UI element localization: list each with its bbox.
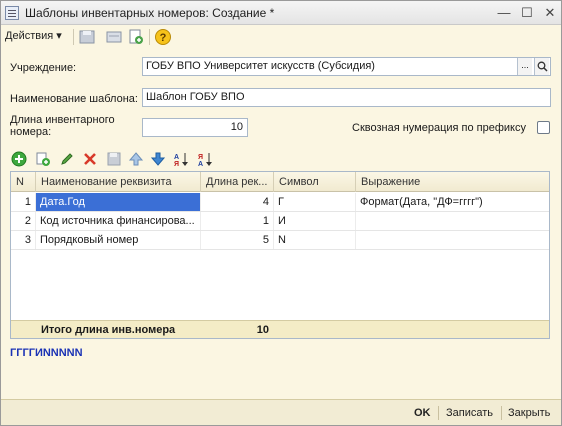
cell-expression[interactable] <box>356 212 549 230</box>
sort-desc-icon[interactable]: Я А <box>197 151 213 167</box>
column-header-n[interactable]: N <box>11 172 36 192</box>
toolbar-separator <box>73 29 74 45</box>
save-icon[interactable] <box>78 28 96 46</box>
svg-text:?: ? <box>160 32 167 44</box>
length-label-line1: Длина инвентарного <box>10 114 115 126</box>
end-edit-icon[interactable] <box>106 151 122 167</box>
button-separator <box>438 406 439 420</box>
cell-n: 2 <box>11 212 36 230</box>
copy-row-icon[interactable] <box>35 151 51 167</box>
help-icon[interactable]: ? <box>154 28 172 46</box>
cell-length[interactable]: 1 <box>201 212 274 230</box>
table-row[interactable]: 3 Порядковый номер 5 N <box>11 231 549 250</box>
table-header: N Наименование реквизита Длина рек... Си… <box>11 172 549 192</box>
cell-name[interactable]: Порядковый номер <box>36 231 201 249</box>
move-up-icon[interactable] <box>128 151 144 167</box>
dropdown-arrow-icon: ▾ <box>56 30 62 42</box>
column-header-expression[interactable]: Выражение <box>356 172 549 192</box>
select-button[interactable]: ... <box>517 58 532 75</box>
template-name-value: Шаблон ГОБУ ВПО <box>146 91 245 103</box>
column-header-name[interactable]: Наименование реквизита <box>36 172 201 192</box>
cell-symbol[interactable]: Г <box>274 193 356 211</box>
window-title: Шаблоны инвентарных номеров: Создание * <box>25 6 275 20</box>
table-row[interactable]: 2 Код источника финансирова... 1 И <box>11 212 549 231</box>
cell-expression[interactable] <box>356 231 549 249</box>
cell-symbol[interactable]: N <box>274 231 356 249</box>
template-name-field[interactable]: Шаблон ГОБУ ВПО <box>142 88 551 107</box>
form-icon <box>5 6 19 20</box>
svg-text:А: А <box>198 161 203 167</box>
save-button[interactable]: Записать <box>446 405 493 421</box>
copy-icon[interactable] <box>105 28 123 46</box>
cell-symbol[interactable]: И <box>274 212 356 230</box>
toolbar-separator <box>149 29 150 45</box>
sort-asc-icon[interactable]: А Я <box>173 151 189 167</box>
close-button[interactable]: Закрыть <box>508 405 550 421</box>
cell-length[interactable]: 5 <box>201 231 274 249</box>
institution-value: ГОБУ ВПО Университет искусств (Субсидия) <box>146 60 375 72</box>
cell-expression[interactable]: Формат(Дата, "ДФ=гггг") <box>356 193 549 211</box>
institution-label: Учреждение: <box>10 62 77 74</box>
prefix-numbering-checkbox[interactable] <box>537 121 550 134</box>
column-header-length[interactable]: Длина рек... <box>201 172 274 192</box>
edit-icon[interactable] <box>59 151 75 167</box>
cell-name[interactable]: Код источника финансирова... <box>36 212 201 230</box>
actions-menu-label: Действия <box>5 30 54 42</box>
table-row[interactable]: 1 Дата.Год 4 Г Формат(Дата, "ДФ=гггг") <box>11 193 549 212</box>
cell-length[interactable]: 4 <box>201 193 274 211</box>
footer-label: Итого длина инв.номера <box>41 324 176 336</box>
add-icon[interactable] <box>11 151 27 167</box>
svg-text:Я: Я <box>174 161 179 167</box>
length-label-line2: номера: <box>10 126 52 138</box>
footer-total: 10 <box>256 324 269 336</box>
search-icon[interactable] <box>534 58 549 75</box>
close-icon[interactable]: ✕ <box>541 4 559 22</box>
maximize-icon[interactable]: ☐ <box>518 4 536 22</box>
template-name-label: Наименование шаблона: <box>10 93 138 105</box>
column-header-symbol[interactable]: Символ <box>274 172 356 192</box>
cell-name[interactable]: Дата.Год <box>36 193 201 211</box>
minimize-icon[interactable]: — <box>495 4 513 22</box>
attributes-table[interactable]: N Наименование реквизита Длина рек... Си… <box>10 171 550 339</box>
ok-button[interactable]: OK <box>414 405 431 421</box>
table-footer: Итого длина инв.номера 10 <box>11 320 549 338</box>
cell-n: 1 <box>11 193 36 211</box>
number-format-preview: ГГГГИNNNNN <box>10 347 83 359</box>
prefix-numbering-label: Сквозная нумерация по префиксу <box>352 122 526 134</box>
delete-icon[interactable] <box>82 151 98 167</box>
institution-field[interactable]: ГОБУ ВПО Университет искусств (Субсидия)… <box>142 57 551 76</box>
cell-n: 3 <box>11 231 36 249</box>
dialog-buttons: OK Записать Закрыть <box>1 399 561 425</box>
actions-menu[interactable]: Действия ▾ <box>5 29 62 42</box>
button-separator <box>501 406 502 420</box>
new-document-icon[interactable] <box>127 28 145 46</box>
form-toolbar: Действия ▾ ? <box>1 25 561 49</box>
title-bar: Шаблоны инвентарных номеров: Создание * … <box>1 1 561 25</box>
form-window: Шаблоны инвентарных номеров: Создание * … <box>0 0 562 426</box>
move-down-icon[interactable] <box>150 151 166 167</box>
svg-text:А: А <box>174 154 179 161</box>
svg-text:Я: Я <box>198 154 203 161</box>
length-field[interactable]: 10 <box>142 118 248 137</box>
